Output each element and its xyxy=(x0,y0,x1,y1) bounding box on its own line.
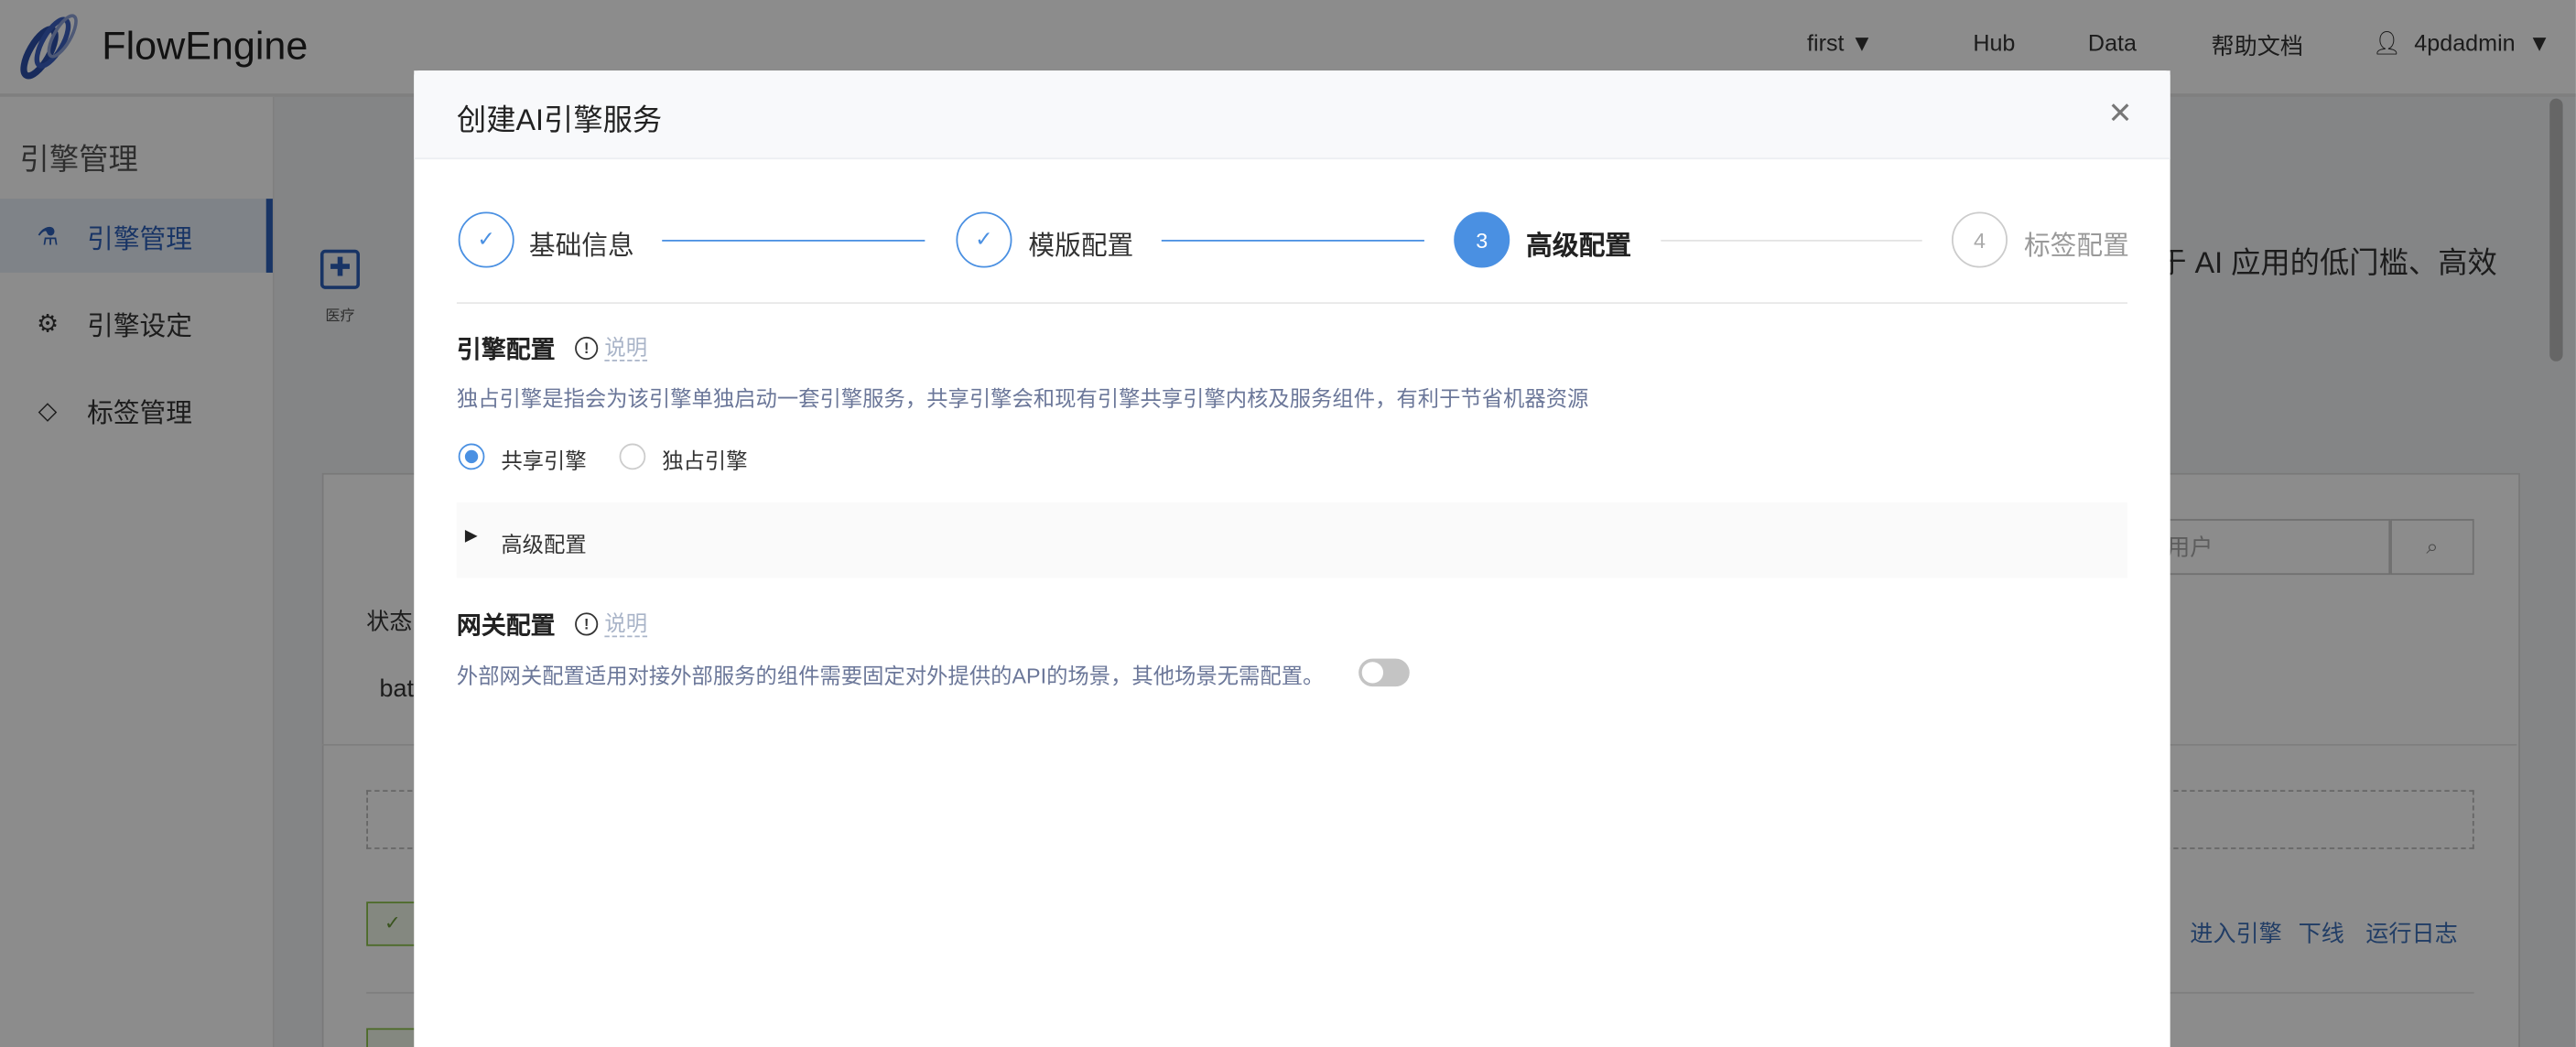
exclusive-engine-radio[interactable] xyxy=(619,443,646,470)
app: FlowEngine first ▼ Hub Data 帮助文档 👤︎ 4pda… xyxy=(0,0,2576,1047)
advanced-config-label: 高级配置 xyxy=(501,532,587,557)
step-2-check-icon[interactable]: ✓ xyxy=(956,211,1012,268)
gateway-config-description: 外部网关配置适用对接外部服务的组件需要固定对外提供的API的场景，其他场景无需配… xyxy=(456,664,1325,688)
info-icon: ! xyxy=(575,336,599,361)
step-connector xyxy=(1161,240,1424,242)
gateway-config-explain-link[interactable]: 说明 xyxy=(604,611,648,638)
step-connector xyxy=(662,240,925,242)
step-4-label[interactable]: 标签配置 xyxy=(2024,223,2129,263)
exclusive-engine-label[interactable]: 独占引擎 xyxy=(662,444,747,475)
gateway-config-title: 网关配置 xyxy=(456,612,556,641)
step-1-check-icon[interactable]: ✓ xyxy=(458,211,514,268)
step-connector xyxy=(1661,240,1922,242)
step-3-number[interactable]: 3 xyxy=(1454,211,1510,268)
step-4-number[interactable]: 4 xyxy=(1951,211,2008,268)
dialog-title: 创建AI引擎服务 xyxy=(456,103,663,136)
engine-config-description: 独占引擎是指会为该引擎单独启动一套引擎服务，共享引擎会和现有引擎共享引擎内核及服… xyxy=(456,385,1589,411)
shared-engine-label[interactable]: 共享引擎 xyxy=(501,444,586,475)
caret-right-icon: ▶ xyxy=(464,527,478,545)
shared-engine-radio[interactable] xyxy=(458,443,485,470)
step-1-label[interactable]: 基础信息 xyxy=(529,223,634,263)
gateway-toggle[interactable] xyxy=(1358,658,1410,687)
advanced-config-collapse[interactable]: ▶ 高级配置 xyxy=(456,502,2128,578)
close-icon[interactable]: ✕ xyxy=(2107,97,2132,132)
dialog-header: 创建AI引擎服务 ✕ xyxy=(414,70,2170,160)
info-icon: ! xyxy=(575,612,599,636)
divider xyxy=(456,302,2128,305)
engine-config-explain-link[interactable]: 说明 xyxy=(604,335,648,362)
step-3-label[interactable]: 高级配置 xyxy=(1526,223,1631,263)
engine-config-title: 引擎配置 xyxy=(456,336,556,365)
create-engine-dialog: 创建AI引擎服务 ✕ ✓ 基础信息 ✓ 模版配置 3 高级配置 4 标签配置 引… xyxy=(414,70,2170,1047)
step-2-label[interactable]: 模版配置 xyxy=(1028,223,1133,263)
